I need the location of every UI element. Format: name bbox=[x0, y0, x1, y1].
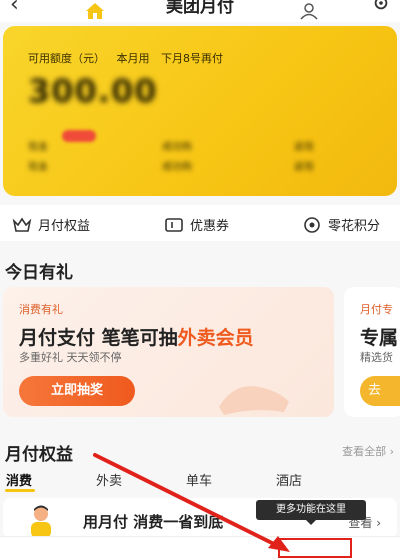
promo-headline: 月付支付 笔笔可抽外卖会员 bbox=[19, 323, 254, 350]
quick-link-label: 零花积分 bbox=[328, 219, 381, 234]
tab-bike[interactable]: 单车 bbox=[186, 470, 212, 489]
promo-card-2[interactable]: 月付专 专属 精选货 去 bbox=[344, 287, 400, 417]
tab-hotel[interactable]: 酒店 bbox=[276, 470, 302, 489]
blurred-text: 成功购 bbox=[162, 162, 192, 173]
hand-icon bbox=[219, 386, 289, 415]
blurred-text: 返现 bbox=[294, 162, 314, 173]
crown-icon bbox=[12, 217, 32, 232]
home-icon[interactable] bbox=[84, 2, 106, 20]
billing-next-month: 下月8号再付 bbox=[161, 52, 223, 65]
draw-lottery-button[interactable]: 立即抽奖 bbox=[19, 376, 135, 406]
blurred-text: 现金 bbox=[28, 142, 48, 153]
view-all-link[interactable]: 查看全部 › bbox=[342, 443, 394, 459]
quick-link-coupons[interactable]: 优惠券 bbox=[164, 215, 229, 234]
promo2-tag: 月付专 bbox=[360, 303, 393, 316]
promo-headline-highlight: 外卖会员 bbox=[177, 327, 254, 349]
tab-takeout[interactable]: 外卖 bbox=[96, 470, 122, 489]
tooltip: 更多功能在这里 bbox=[256, 500, 366, 525]
quick-link-label: 优惠券 bbox=[190, 219, 230, 234]
quick-links-row: 月付权益 优惠券 零花积分 bbox=[0, 205, 400, 241]
blurred-text: 成功购 bbox=[162, 142, 192, 153]
benefit-row-text: 用月付 消费一省到底 bbox=[83, 513, 224, 531]
benefits-title: 月付权益 bbox=[5, 445, 73, 465]
user-icon[interactable] bbox=[298, 2, 320, 20]
gear-icon[interactable] bbox=[372, 0, 390, 12]
highlight-box bbox=[278, 538, 352, 558]
coin-icon bbox=[304, 216, 320, 233]
quick-link-label: 月付权益 bbox=[38, 219, 91, 234]
promo-tag: 消费有礼 bbox=[19, 303, 63, 316]
blurred-text: 返现 bbox=[294, 142, 314, 153]
billing-this-month: 本月用 bbox=[116, 52, 150, 65]
promo2-headline: 专属 bbox=[360, 327, 399, 349]
credit-label: 可用额度（元） bbox=[28, 52, 105, 65]
quick-link-points[interactable]: 零花积分 bbox=[302, 215, 380, 234]
promo2-subtitle: 精选货 bbox=[360, 351, 393, 364]
credit-amount: 300.00 bbox=[28, 72, 158, 110]
quick-link-benefits[interactable]: 月付权益 bbox=[12, 215, 90, 234]
today-gifts-title: 今日有礼 bbox=[5, 263, 73, 283]
promo-subtitle: 多重好礼 天天领不停 bbox=[19, 351, 122, 364]
promo-card[interactable]: 消费有礼 月付支付 笔笔可抽外卖会员 多重好礼 天天领不停 立即抽奖 bbox=[3, 287, 334, 417]
person-illustration-icon bbox=[31, 505, 51, 538]
promo-headline-prefix: 月付支付 笔笔可抽 bbox=[19, 327, 178, 349]
promo2-button[interactable]: 去 bbox=[360, 376, 400, 406]
blurred-text: 现金 bbox=[28, 162, 48, 173]
credit-label-row: 可用额度（元） 本月用 下月8号再付 bbox=[28, 50, 231, 66]
top-bar: ‹ 美团月付 bbox=[0, 0, 400, 22]
active-tab-indicator bbox=[5, 489, 35, 492]
red-badge bbox=[62, 130, 96, 142]
tab-consumption[interactable]: 消费 bbox=[6, 470, 32, 489]
coupon-icon bbox=[165, 217, 183, 232]
page-title: 美团月付 bbox=[166, 0, 234, 17]
